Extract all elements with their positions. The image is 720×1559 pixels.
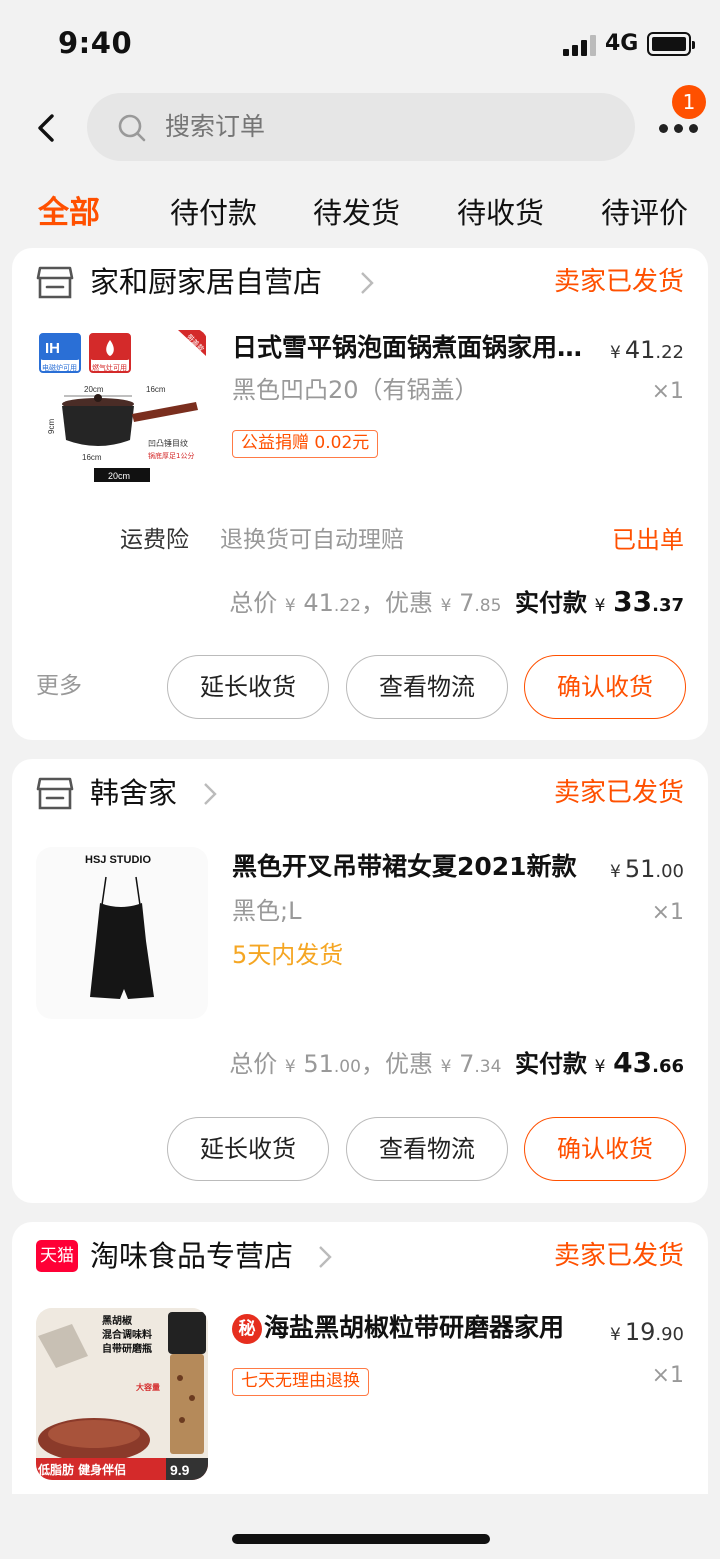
pepper-product-image: 黑胡椒 混合调味料 自带研磨瓶 大容量 低脂肪 健身伴侣 9.9 <box>36 1308 208 1480</box>
signal-icon <box>563 34 597 56</box>
order-card: 天猫 淘味食品专营店 卖家已发货 黑胡椒 混合调味料 自带研磨瓶 大容量 低脂肪… <box>12 1222 708 1494</box>
order-total: 总价 ¥ 51.00，优惠 ¥ 7.34 实付款 ¥ 43.66 <box>229 1046 684 1079</box>
order-status: 卖家已发货 <box>553 1241 684 1271</box>
chevron-right-icon <box>204 783 217 805</box>
confirm-receipt-button[interactable]: 确认收货 <box>524 1117 686 1181</box>
search-input[interactable] <box>165 93 605 161</box>
svg-text:20cm: 20cm <box>108 471 130 481</box>
battery-icon <box>647 32 695 56</box>
svg-text:自带研磨瓶: 自带研磨瓶 <box>102 1342 152 1355</box>
svg-text:大容量: 大容量 <box>136 1382 160 1392</box>
more-link[interactable]: 更多 <box>36 668 82 704</box>
order-total: 总价 ¥ 41.22，优惠 ¥ 7.85 实付款 ¥ 33.37 <box>229 585 684 618</box>
dress-product-image: HSJ STUDIO <box>85 854 154 999</box>
product-sku: 黑色凹凸20（有锅盖） <box>232 376 479 404</box>
tab-pending-receipt[interactable]: 待收货 <box>457 188 544 238</box>
svg-text:黑胡椒: 黑胡椒 <box>102 1314 133 1327</box>
product-image[interactable]: HSJ STUDIO <box>36 847 208 1019</box>
order-status: 卖家已发货 <box>553 267 684 297</box>
tab-pending-shipment[interactable]: 待发货 <box>313 188 400 238</box>
product-title[interactable]: 黑色开叉吊带裙女夏2021新款 <box>232 849 592 885</box>
svg-text:HSJ STUDIO: HSJ STUDIO <box>85 854 151 866</box>
search-icon <box>118 114 146 142</box>
ship-within-note: 5天内发货 <box>232 941 344 969</box>
svg-text:IH: IH <box>45 340 60 357</box>
tab-pending-payment[interactable]: 待付款 <box>170 188 257 238</box>
shop-name: 韩舍家 <box>90 776 178 810</box>
insurance-label: 运费险 <box>120 527 189 553</box>
svg-text:锅底厚足1公分: 锅底厚足1公分 <box>148 451 194 460</box>
svg-text:混合调味料: 混合调味料 <box>102 1328 152 1341</box>
svg-text:电磁炉可用: 电磁炉可用 <box>42 363 77 372</box>
product-sku: 黑色;L <box>232 897 302 925</box>
chevron-right-icon <box>319 1246 332 1268</box>
product-quantity: ×1 <box>651 900 684 925</box>
store-icon <box>36 777 74 810</box>
notification-badge: 1 <box>672 85 706 119</box>
charity-tag: 公益捐赠 0.02元 <box>232 430 379 458</box>
svg-text:16cm: 16cm <box>82 453 102 462</box>
svg-text:9.9: 9.9 <box>170 1462 190 1478</box>
shop-name: 家和厨家居自营店 <box>90 265 323 299</box>
svg-text:9cm: 9cm <box>47 419 56 434</box>
return-policy-tag: 七天无理由退换 <box>232 1368 369 1396</box>
order-tabs: 全部 待付款 待发货 待收货 待评价 <box>0 188 720 242</box>
product-quantity: ×1 <box>651 1363 684 1388</box>
more-menu-button[interactable] <box>656 114 700 144</box>
shop-name: 淘味食品专营店 <box>90 1239 294 1273</box>
extend-receipt-button[interactable]: 延长收货 <box>167 655 329 719</box>
view-logistics-button[interactable]: 查看物流 <box>346 1117 508 1181</box>
insurance-status: 已出单 <box>612 526 684 554</box>
home-indicator[interactable] <box>232 1534 490 1544</box>
product-image[interactable]: 黑胡椒 混合调味料 自带研磨瓶 大容量 低脂肪 健身伴侣 9.9 <box>36 1308 208 1480</box>
store-icon <box>36 266 74 299</box>
product-title[interactable]: 日式雪平锅泡面锅煮面锅家用多功能 <box>232 330 592 366</box>
tmall-icon: 天猫 <box>36 1240 78 1272</box>
view-logistics-button[interactable]: 查看物流 <box>346 655 508 719</box>
svg-text:低脂肪 健身伴侣: 低脂肪 健身伴侣 <box>37 1462 126 1477</box>
search-box[interactable] <box>87 93 635 161</box>
chevron-right-icon <box>361 272 374 294</box>
secret-badge-icon: 秘 <box>232 1314 262 1344</box>
pan-product-image: IH 电磁炉可用 燃气灶可用 带盖款 20cm 16cm 9cm 16cm 凹凸… <box>39 330 206 482</box>
order-status: 卖家已发货 <box>553 778 684 808</box>
status-bar: 9:40 4G <box>0 0 720 88</box>
shipping-insurance-row[interactable]: 运费险 退换货可自动理赔 <box>120 522 404 558</box>
insurance-desc: 退换货可自动理赔 <box>220 527 404 553</box>
svg-text:20cm: 20cm <box>84 385 104 394</box>
svg-text:燃气灶可用: 燃气灶可用 <box>92 363 127 372</box>
product-price: ¥41.22 <box>609 336 684 364</box>
product-price: ¥51.00 <box>609 855 684 883</box>
product-title[interactable]: 秘海盐黑胡椒粒带研磨器家用 <box>232 1310 592 1346</box>
product-image[interactable]: IH 电磁炉可用 燃气灶可用 带盖款 20cm 16cm 9cm 16cm 凹凸… <box>36 328 208 500</box>
product-quantity: ×1 <box>651 379 684 404</box>
svg-text:凹凸锤目纹: 凹凸锤目纹 <box>148 438 188 448</box>
top-nav: 1 <box>0 85 720 170</box>
product-price: ¥19.90 <box>609 1318 684 1346</box>
tab-pending-review[interactable]: 待评价 <box>601 188 688 238</box>
svg-text:16cm: 16cm <box>146 385 166 394</box>
order-card: 韩舍家 卖家已发货 HSJ STUDIO 黑色开叉吊带裙女夏2021新款 ¥51… <box>12 759 708 1203</box>
status-time: 9:40 <box>58 26 133 60</box>
extend-receipt-button[interactable]: 延长收货 <box>167 1117 329 1181</box>
back-icon[interactable] <box>30 110 66 146</box>
tab-all[interactable]: 全部 <box>38 188 100 238</box>
confirm-receipt-button[interactable]: 确认收货 <box>524 655 686 719</box>
network-label: 4G <box>605 31 639 56</box>
order-card: 家和厨家居自营店 卖家已发货 IH 电磁炉可用 燃气灶可用 带盖款 20cm 1… <box>12 248 708 740</box>
